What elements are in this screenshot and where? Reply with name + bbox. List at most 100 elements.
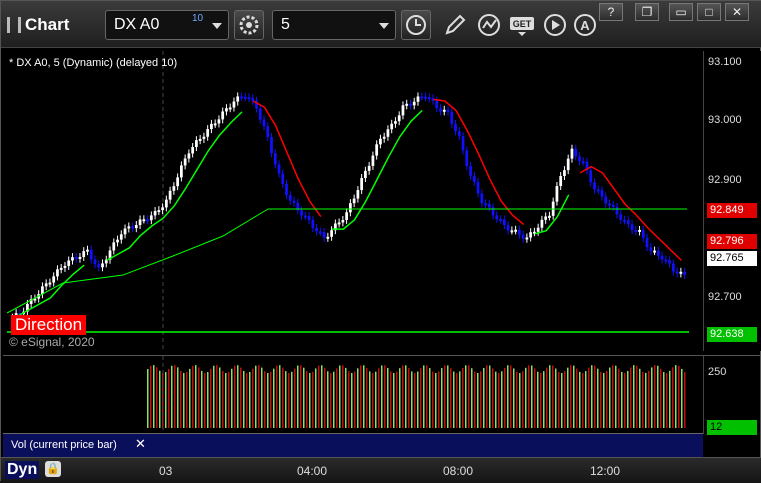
time-label: 04:00 — [297, 464, 328, 478]
candle-body — [180, 165, 183, 178]
volume-bar — [486, 365, 488, 428]
candle-body — [487, 203, 491, 208]
volume-bar — [615, 365, 617, 428]
volume-bar — [165, 372, 167, 428]
volume-bar — [468, 365, 470, 428]
volume-bar — [279, 365, 281, 428]
candle-body — [44, 283, 48, 287]
volume-current-tag: 12 — [707, 420, 757, 435]
volume-bar — [405, 365, 407, 428]
volume-bar — [444, 365, 446, 428]
volume-bar — [204, 372, 206, 428]
volume-bar — [450, 368, 452, 428]
volume-bar — [402, 365, 404, 428]
close-button[interactable]: ✕ — [725, 3, 749, 21]
candle-body — [149, 215, 153, 221]
clock-button[interactable] — [401, 10, 431, 40]
volume-bar — [591, 365, 593, 428]
candle-body — [285, 184, 288, 196]
volume-bar — [522, 371, 524, 428]
volume-bar — [660, 368, 662, 428]
candle-body — [367, 165, 371, 171]
volume-bar — [186, 372, 188, 428]
volume-bar — [222, 370, 224, 428]
volume-bar — [261, 367, 263, 428]
detach-button[interactable]: ▭ — [669, 3, 693, 21]
volume-bar — [669, 370, 671, 428]
maximize-button[interactable]: □ — [697, 3, 721, 21]
volume-bar — [600, 371, 602, 428]
candle-body — [142, 219, 146, 222]
candle-body — [529, 232, 533, 238]
volume-bar — [315, 368, 317, 428]
alert-icon[interactable]: A — [571, 11, 599, 39]
volume-bar — [558, 371, 560, 428]
volume-bar — [645, 372, 647, 428]
candle-body — [420, 96, 424, 99]
volume-bar — [345, 367, 347, 428]
candle-body — [457, 131, 461, 137]
volume-bar — [153, 365, 155, 428]
candle-body — [559, 176, 563, 187]
time-axis[interactable]: Dyn 🔒 03 04:00 08:00 12:00 — [1, 457, 761, 483]
settings-button[interactable] — [234, 10, 264, 40]
chevron-down-icon[interactable] — [212, 23, 222, 29]
volume-bar — [201, 370, 203, 428]
volume-panel[interactable] — [3, 355, 703, 434]
help-button[interactable]: ? — [599, 3, 623, 21]
candle-body — [273, 153, 277, 165]
volume-bar — [408, 368, 410, 428]
volume-bar — [552, 365, 554, 428]
candle-body — [251, 98, 255, 101]
interval-select[interactable]: 5 — [272, 10, 396, 40]
pencil-icon[interactable] — [441, 11, 469, 39]
get-data-icon[interactable]: GET — [508, 11, 536, 39]
candle-body — [435, 100, 439, 109]
volume-bar — [417, 371, 419, 428]
candle-body — [243, 96, 247, 99]
volume-bar — [225, 372, 227, 428]
candle-body — [330, 230, 333, 237]
last-price-tag: 92.765 — [707, 251, 757, 266]
gear-icon — [239, 15, 259, 35]
volume-bar — [387, 367, 389, 428]
candle-body — [318, 231, 322, 234]
volume-bar — [681, 368, 683, 428]
chart-header: * DX A0, 5 (Dynamic) (delayed 10) — [9, 57, 178, 69]
volume-bar — [327, 371, 329, 428]
price-axis[interactable]: 93.100 93.000 92.900 92.700 92.849 92.79… — [703, 51, 761, 351]
interval-value: 5 — [281, 16, 290, 33]
volume-bar — [309, 372, 311, 428]
svg-text:A: A — [580, 18, 590, 33]
app-title: Chart — [7, 15, 69, 35]
play-icon[interactable] — [541, 11, 569, 39]
candle-body — [472, 175, 476, 182]
volume-bar — [273, 368, 275, 428]
candle-body — [146, 219, 149, 222]
volume-bar — [564, 371, 566, 428]
volume-bar — [567, 367, 569, 428]
close-volume-icon[interactable]: ✕ — [135, 436, 146, 452]
volume-bar — [585, 371, 587, 428]
candle-body — [322, 232, 326, 238]
candle-body — [638, 229, 641, 232]
volume-bar — [147, 369, 149, 428]
candle-body — [427, 97, 431, 100]
lock-icon[interactable]: 🔒 — [45, 461, 61, 477]
chart-window: Chart DX A0 10 5 GET A ? ❐ ▭ □ ✕ * DX A0… — [0, 0, 761, 483]
volume-bar — [216, 365, 218, 428]
restore-button[interactable]: ❐ — [635, 3, 659, 21]
study-icon[interactable] — [475, 11, 503, 39]
volume-bar — [423, 365, 425, 428]
candle-body — [341, 219, 345, 223]
volume-bar — [525, 367, 527, 428]
price-chart[interactable]: * DX A0, 5 (Dynamic) (delayed 10) Direct… — [3, 51, 703, 351]
volume-bar — [432, 371, 434, 428]
chevron-down-icon[interactable] — [379, 23, 389, 29]
candle-body — [210, 123, 213, 130]
volume-bar — [543, 371, 545, 428]
volume-bar — [657, 365, 659, 428]
symbol-input[interactable]: DX A0 10 — [105, 10, 229, 40]
candle-body — [382, 136, 386, 139]
candle-body — [641, 229, 645, 238]
